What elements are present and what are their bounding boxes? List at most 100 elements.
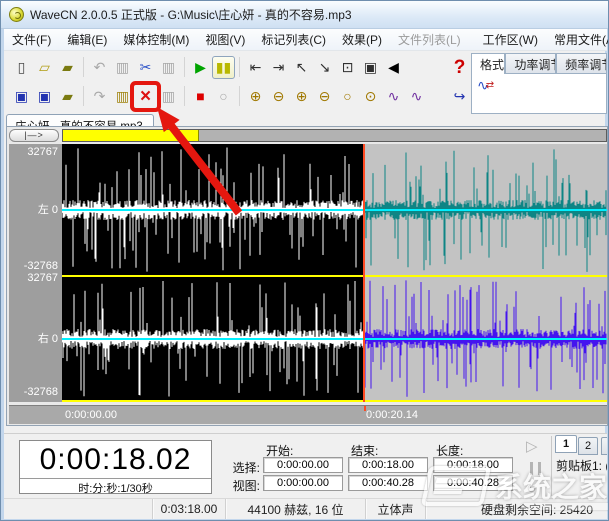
- open-file-icon[interactable]: ▱: [33, 56, 56, 79]
- mix-paste-icon[interactable]: ▥: [157, 85, 180, 108]
- range-field-r2c1[interactable]: 0:00:00.00: [263, 475, 343, 491]
- paste-as-new-icon[interactable]: ▥: [111, 56, 134, 79]
- toolbar-separator: [180, 85, 189, 107]
- zoom-out-horizontal-icon-glyph: ⊖: [273, 89, 285, 103]
- timeline-ruler[interactable]: 0:00:00.00 0:00:20.14: [9, 405, 607, 424]
- menu-item-a[interactable]: 常用文件(A): [546, 28, 609, 51]
- wave-prev-icon[interactable]: ∿: [382, 85, 405, 108]
- delete-icon-glyph: ×: [140, 87, 151, 106]
- zoom-out-vertical-icon[interactable]: ⊖: [313, 85, 336, 108]
- waveform-canvas[interactable]: [62, 144, 607, 402]
- wavecn-app-icon: [9, 7, 24, 22]
- range-field-r1c1[interactable]: 0:00:00.00: [263, 457, 343, 473]
- range-field-r1c2[interactable]: 0:00:18.00: [348, 457, 428, 473]
- clipboard-tab-3[interactable]: 3: [601, 437, 607, 455]
- overview-position-bar[interactable]: [62, 129, 607, 142]
- format-convert-icon[interactable]: ∿ ⇄: [477, 77, 494, 94]
- range-field-r1c3[interactable]: 0:00:18.00: [433, 457, 513, 473]
- menu-item-e[interactable]: 编辑(E): [59, 28, 115, 51]
- selection-end-icon-glyph: ⇥: [273, 60, 285, 74]
- toolbar-separator: [235, 56, 244, 78]
- import-file-icon[interactable]: ▰: [56, 56, 79, 79]
- menu-item-m[interactable]: 媒体控制(M): [115, 28, 197, 51]
- status-panel-1: [4, 499, 153, 519]
- cursor-to-start-icon[interactable]: ↖: [290, 56, 313, 79]
- menu-item-f[interactable]: 文件(F): [4, 28, 59, 51]
- record-icon[interactable]: ○: [212, 85, 235, 108]
- menu-item-v[interactable]: 视图(V): [197, 28, 253, 51]
- redo-icon[interactable]: ↷: [88, 85, 111, 108]
- toolbar-row-1: ▯ ▱ ▰ ↶ ▥ ✂ ▥ ▶▮▮ ⇤ ⇥ ↖↘⊡▣ ◀?: [10, 54, 471, 80]
- paste-icon-glyph: ▥: [162, 60, 175, 74]
- wave-prev-icon-glyph: ∿: [388, 89, 400, 103]
- transport-panel: 0:00:18.02 时:分:秒:1/30秒 ▷ ↻ 剪贴板1: (空 开始:结…: [4, 433, 607, 498]
- clipboard-tab-2[interactable]: 2: [578, 437, 598, 455]
- mix-paste-icon-glyph: ▥: [162, 89, 175, 103]
- overview-loaded-segment: [63, 130, 199, 141]
- invert-selection-icon[interactable]: ◀: [382, 56, 405, 79]
- menu-bar: 文件(F)编辑(E)媒体控制(M)视图(V)标记列表(C)效果(P)文件列表(L…: [4, 29, 607, 51]
- format-tab[interactable]: 功率调节: [505, 53, 556, 73]
- waveform-editor: |—> 32767左 0-3276832767右 0-32768 0:00:00…: [6, 126, 608, 426]
- selection-start-icon[interactable]: ⇤: [244, 56, 267, 79]
- loop-ghost-icon[interactable]: ↻: [526, 482, 537, 495]
- save-icon[interactable]: ▣: [10, 85, 33, 108]
- toolbar-separator: [235, 85, 244, 107]
- copy-icon[interactable]: ▥: [111, 85, 134, 108]
- delete-icon[interactable]: ×: [134, 85, 157, 108]
- zoom-in-vertical-icon[interactable]: ⊕: [290, 85, 313, 108]
- pause-icon[interactable]: ▮▮: [212, 56, 235, 79]
- paste-icon[interactable]: ▥: [157, 56, 180, 79]
- new-file-icon[interactable]: ▯: [10, 56, 33, 79]
- save-icon-glyph: ▣: [15, 89, 28, 103]
- new-file-icon-glyph: ▯: [18, 60, 26, 74]
- zoom-in-horizontal-icon-glyph: ⊕: [250, 89, 262, 103]
- status-panel-4: 立体声: [366, 499, 426, 519]
- status-panel-3: 44100 赫兹, 16 位: [226, 499, 366, 519]
- format-tab[interactable]: 格式: [471, 53, 505, 74]
- select-view-icon[interactable]: ⊡: [336, 56, 359, 79]
- save-as-icon[interactable]: ▣: [33, 85, 56, 108]
- menu-item-p[interactable]: 效果(P): [334, 28, 390, 51]
- format-panel: 格式功率调节频率调节 ∿ ⇄: [471, 53, 607, 114]
- toolbar-separator: [79, 56, 88, 78]
- undo-icon[interactable]: ↶: [88, 56, 111, 79]
- cut-icon[interactable]: ✂: [134, 56, 157, 79]
- invert-selection-icon-glyph: ◀: [388, 60, 399, 74]
- format-tab[interactable]: 频率调节: [556, 53, 607, 73]
- select-all-icon[interactable]: ▣: [359, 56, 382, 79]
- help-icon[interactable]: ?: [448, 56, 471, 79]
- zoom-out-horizontal-icon[interactable]: ⊖: [267, 85, 290, 108]
- stop-icon[interactable]: ■: [189, 85, 212, 108]
- zoom-in-horizontal-icon[interactable]: ⊕: [244, 85, 267, 108]
- format-panel-tabs: 格式功率调节频率调节: [471, 53, 607, 73]
- undo-icon-glyph: ↶: [94, 60, 106, 74]
- exit-icon-glyph: ↪: [454, 89, 466, 103]
- zoom-selection-icon[interactable]: ⊙: [359, 85, 382, 108]
- selection-end-icon[interactable]: ⇥: [267, 56, 290, 79]
- wave-next-icon[interactable]: ∿: [405, 85, 428, 108]
- menu-item-w[interactable]: 工作区(W): [475, 28, 546, 51]
- play-ghost-icon[interactable]: ▷: [526, 439, 538, 454]
- open-file-icon-glyph: ▱: [39, 60, 50, 74]
- range-field-r2c2[interactable]: 0:00:40.28: [348, 475, 428, 491]
- time-format-label[interactable]: 时:分:秒:1/30秒: [20, 478, 211, 496]
- range-field-r2c3[interactable]: 0:00:40.28: [433, 475, 513, 491]
- menu-item-l[interactable]: 文件列表(L): [390, 28, 469, 51]
- ruler-label: 右 0: [38, 330, 58, 346]
- pause-ghost-icon[interactable]: [530, 462, 541, 475]
- cursor-to-end-icon[interactable]: ↘: [313, 56, 336, 79]
- exit-icon[interactable]: ↪: [448, 85, 471, 108]
- play-icon[interactable]: ▶: [189, 56, 212, 79]
- zoom-normal-icon[interactable]: ○: [336, 85, 359, 108]
- range-row-label: 视图:: [226, 477, 260, 494]
- overview-scroll-button[interactable]: |—>: [9, 129, 59, 142]
- close-file-icon[interactable]: ▰: [56, 85, 79, 108]
- ruler-label: 32767: [27, 146, 58, 158]
- selection-cursor-line[interactable]: [363, 144, 365, 402]
- paste-as-new-icon-glyph: ▥: [116, 60, 129, 74]
- title-bar: WaveCN 2.0.0.5 正式版 - G:\Music\庄心妍 - 真的不容…: [1, 1, 609, 29]
- menu-item-c[interactable]: 标记列表(C): [253, 28, 334, 51]
- clipboard-tab-1[interactable]: 1: [555, 435, 577, 453]
- amplitude-ruler: 32767左 0-3276832767右 0-32768: [9, 144, 62, 402]
